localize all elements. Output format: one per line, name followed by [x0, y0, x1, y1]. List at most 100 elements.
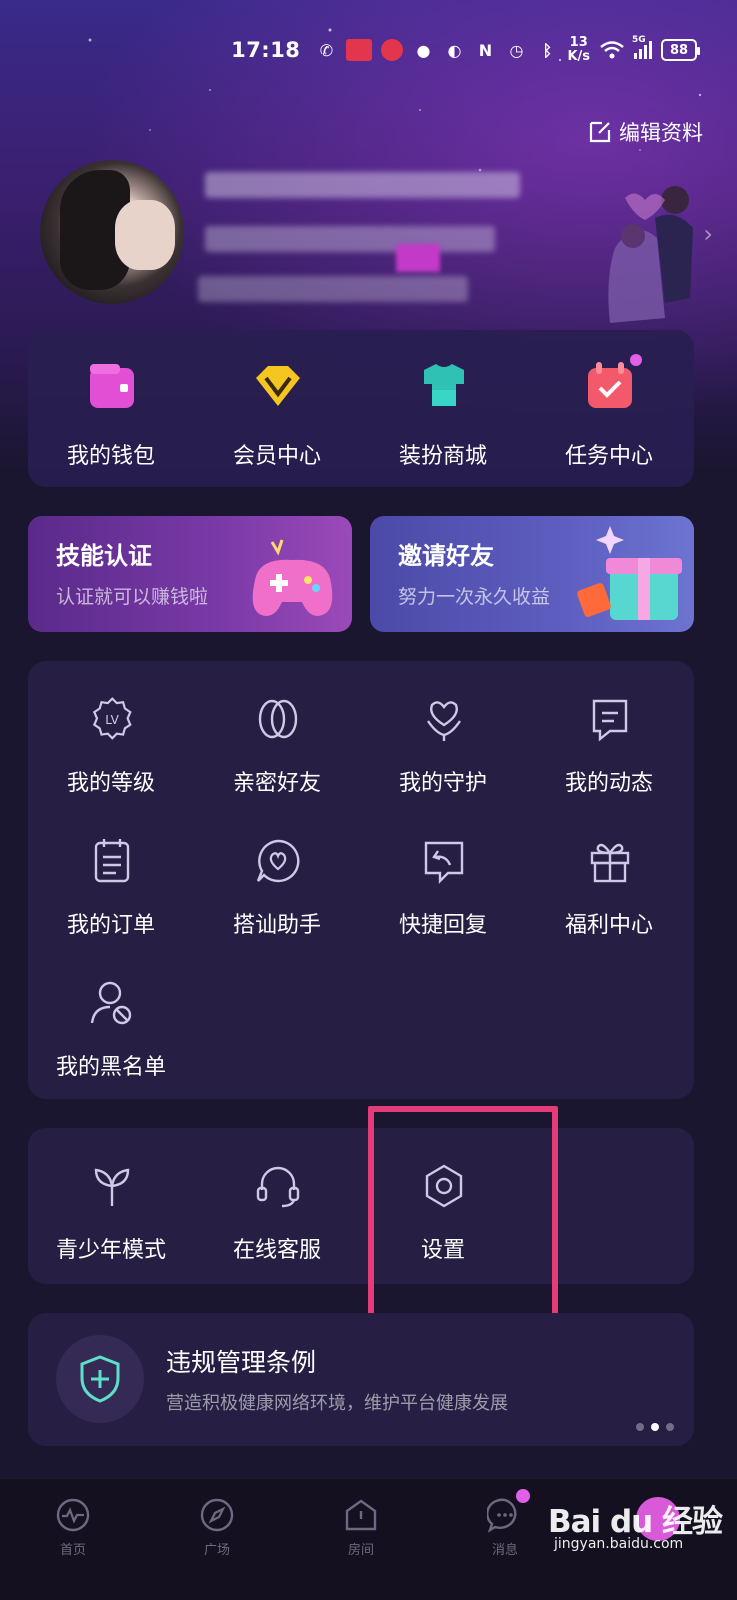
my-level-label: 我的等级: [66, 771, 155, 796]
skill-certification-banner[interactable]: 技能认证 认证就可以赚钱啦: [28, 516, 352, 632]
watermark-logo-text: Bai du 经验: [548, 1504, 723, 1540]
dressup-mall-button[interactable]: 装扮商城: [360, 330, 526, 487]
wallet-label: 我的钱包: [66, 444, 155, 469]
compass-icon: [200, 1498, 234, 1532]
vip-center-button[interactable]: 会员中心: [194, 330, 360, 487]
violation-rules-banner[interactable]: 违规管理条例 营造积极健康网络环境，维护平台健康发展: [28, 1313, 694, 1446]
tab-square-label: 广场: [203, 1543, 230, 1558]
my-moments-label: 我的动态: [564, 771, 653, 796]
network-speed: 13 K/s: [567, 36, 590, 64]
bluetooth-icon: ᛒ: [542, 40, 553, 60]
gamepad-icon: [252, 539, 333, 616]
invite-friends-title: 邀请好友: [398, 542, 494, 570]
battery-indicator: 88: [661, 39, 700, 61]
network-speed-value: 13: [569, 35, 588, 50]
my-orders-button[interactable]: 我的订单: [28, 837, 194, 957]
tab-home-label: 首页: [59, 1543, 86, 1558]
quick-reply-icon: [424, 841, 464, 884]
blacklist-button[interactable]: 我的黑名单: [28, 979, 194, 1099]
chat-assistant-label: 搭讪助手: [232, 913, 321, 938]
edit-profile-label: 编辑资料: [619, 121, 703, 145]
intimate-friends-label: 亲密好友: [232, 771, 321, 796]
tab-messages-label: 消息: [491, 1543, 518, 1558]
my-guard-label: 我的守护: [398, 771, 487, 796]
violation-rules-title: 违规管理条例: [166, 1348, 317, 1377]
level-icon: LV: [92, 697, 132, 740]
missed-call-icon: ✆: [319, 40, 334, 60]
message-icon: [487, 1498, 517, 1533]
tab-square[interactable]: 广场: [162, 1497, 272, 1558]
feature-menu-card: LV 我的等级 亲密好友 我的守护 我的动态 我的订单 搭讪助手 快捷回复 福利…: [28, 661, 694, 1099]
headset-icon: [256, 1166, 300, 1208]
orders-icon: [94, 839, 130, 883]
calendar-task-icon: [588, 362, 632, 408]
wallet-icon: [90, 364, 134, 408]
username-blurred: [205, 172, 520, 198]
shield-plus-icon: [80, 1355, 120, 1403]
tab-room[interactable]: 房间: [306, 1497, 416, 1558]
wifi-icon: [600, 41, 624, 59]
notification-dot: [630, 354, 642, 366]
wallet-button[interactable]: 我的钱包: [28, 330, 194, 487]
couple-illustration: [608, 186, 693, 323]
edit-icon: [589, 121, 611, 143]
status-time: 17:18: [231, 38, 301, 62]
level-badge-text: LV: [105, 713, 119, 727]
tab-messages[interactable]: 消息: [450, 1489, 560, 1558]
cellular-signal-icon: 5G: [632, 35, 652, 59]
quick-reply-button[interactable]: 快捷回复: [360, 837, 526, 957]
edit-profile-button[interactable]: 编辑资料: [587, 117, 703, 147]
skill-certification-subtitle: 认证就可以赚钱啦: [56, 586, 209, 608]
invite-friends-subtitle: 努力一次永久收益: [398, 586, 551, 608]
violation-rules-subtitle: 营造积极健康网络环境，维护平台健康发展: [166, 1393, 508, 1414]
alarm-icon: ◷: [509, 40, 524, 60]
app-notification-icon: [381, 39, 404, 61]
shirt-icon: [424, 364, 464, 406]
sprout-icon: [94, 1168, 130, 1206]
network-speed-unit: K/s: [567, 49, 590, 64]
moments-icon: [592, 699, 628, 742]
app-notification-icon: [346, 39, 373, 61]
carousel-indicator: [636, 1423, 674, 1431]
quick-reply-label: 快捷回复: [398, 913, 487, 938]
blacklist-label: 我的黑名单: [55, 1055, 166, 1080]
baidu-jingyan-watermark: Bai du 经验 jingyan.baidu.com: [548, 1496, 728, 1556]
user-stats-blurred: [198, 276, 468, 302]
chat-assistant-button[interactable]: 搭讪助手: [194, 837, 360, 957]
carousel-dot-active: [651, 1423, 659, 1431]
user-id-blurred: [205, 226, 495, 252]
quick-actions-card: 我的钱包 会员中心 装扮商城 任务中心: [28, 330, 694, 487]
dressup-mall-label: 装扮商城: [398, 444, 487, 469]
settings-highlight-annotation: [368, 1106, 558, 1338]
task-center-button[interactable]: 任务中心: [526, 330, 692, 487]
home-heart-icon: [56, 1498, 90, 1532]
blacklist-icon: [90, 981, 132, 1025]
user-badge-blurred: [396, 244, 440, 272]
intimate-friends-button[interactable]: 亲密好友: [194, 695, 360, 815]
skill-certification-title: 技能认证: [56, 542, 152, 570]
task-center-label: 任务中心: [564, 444, 653, 469]
tab-home[interactable]: 首页: [18, 1497, 128, 1558]
customer-service-button[interactable]: 在线客服: [194, 1162, 360, 1282]
settings-card: 青少年模式 在线客服 设置: [28, 1128, 694, 1284]
wechat-icon: ●: [416, 40, 431, 60]
carousel-dot: [666, 1423, 674, 1431]
my-level-button[interactable]: LV 我的等级: [28, 695, 194, 815]
invite-friends-banner[interactable]: 邀请好友 努力一次永久收益: [370, 516, 694, 632]
room-icon: [345, 1499, 377, 1531]
notification-dot: [516, 1489, 530, 1503]
vip-center-label: 会员中心: [232, 444, 321, 469]
tab-room-label: 房间: [347, 1543, 374, 1558]
vip-icon: [256, 366, 300, 406]
teen-mode-button[interactable]: 青少年模式: [28, 1162, 194, 1282]
avatar[interactable]: [40, 160, 184, 304]
my-moments-button[interactable]: 我的动态: [526, 695, 692, 815]
welfare-center-label: 福利中心: [564, 913, 653, 938]
chat-assistant-icon: [256, 839, 300, 883]
status-bar: 17:18 ✆ ● ◐ N ◷ ᛒ 13 K/s 5G 88: [0, 30, 737, 70]
teen-mode-label: 青少年模式: [55, 1238, 166, 1263]
welfare-center-button[interactable]: 福利中心: [526, 837, 692, 957]
watermark-url: jingyan.baidu.com: [554, 1536, 684, 1552]
nfc-icon: N: [478, 40, 493, 60]
my-guard-button[interactable]: 我的守护: [360, 695, 526, 815]
